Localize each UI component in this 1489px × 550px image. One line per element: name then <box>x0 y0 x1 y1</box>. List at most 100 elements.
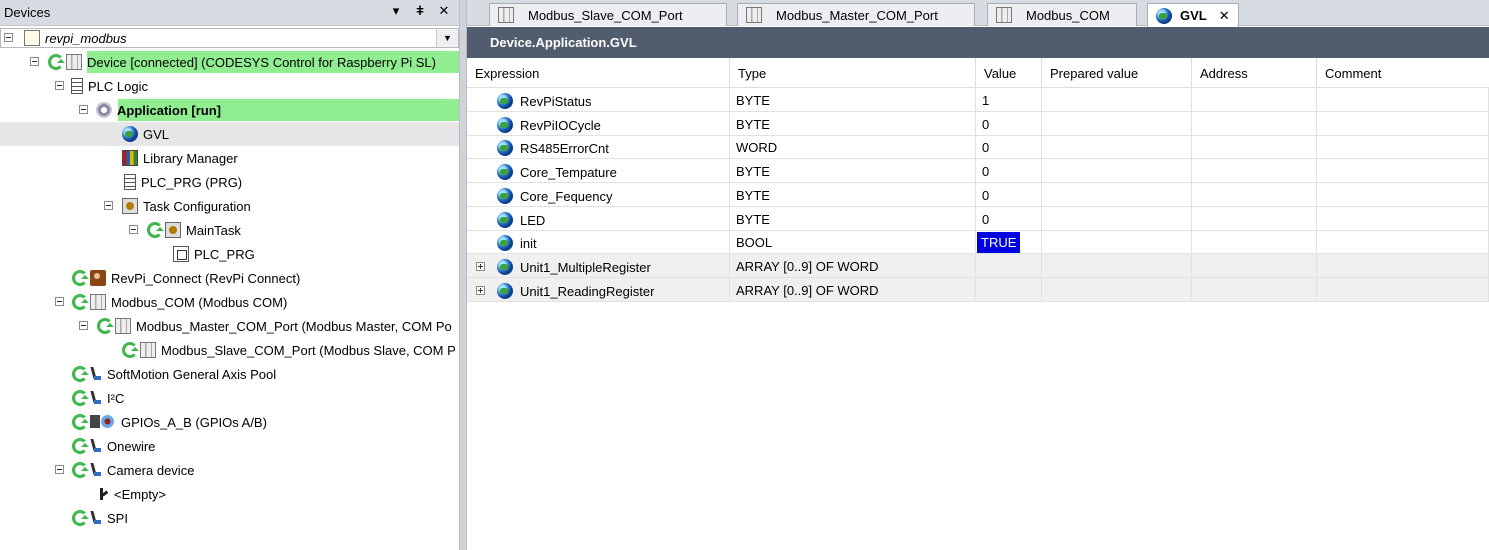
cell-text: BYTE <box>736 211 770 227</box>
table-row[interactable]: Unit1_ReadingRegister ARRAY [0..9] OF WOR… <box>467 277 1489 302</box>
cell-text: 0 <box>982 187 990 203</box>
table-row[interactable]: Unit1_MultipleRegister ARRAY [0..9] OF WO… <box>467 253 1489 278</box>
cell-address <box>1192 135 1317 160</box>
panel-menu-icon[interactable]: ▾ <box>388 3 404 19</box>
tree-item-gvl[interactable]: GVL <box>0 122 459 146</box>
expand-toggle-icon[interactable] <box>476 285 485 295</box>
tree-item-label: Device [connected] (CODESYS Control for … <box>87 54 436 70</box>
column-header-value[interactable]: Value <box>976 58 1042 88</box>
cell-text: LED <box>520 212 546 228</box>
collapse-toggle-icon[interactable] <box>30 57 39 66</box>
table-row[interactable]: LED BYTE 0 <box>467 206 1489 231</box>
column-header-expression[interactable]: Expression <box>467 58 730 88</box>
cell-text: RevPiIOCycle <box>520 117 601 133</box>
tree-item-onewire[interactable]: Onewire <box>0 434 459 458</box>
cell-text: Unit1_MultipleRegister <box>520 259 651 275</box>
column-header-comment[interactable]: Comment <box>1317 58 1489 88</box>
tree-item-softmotion-axis-pool[interactable]: SoftMotion General Axis Pool <box>0 362 459 386</box>
tab-modbus-com[interactable]: Modbus_COM <box>987 3 1137 26</box>
cell-prepared[interactable] <box>1042 111 1192 136</box>
column-header-type[interactable]: Type <box>730 58 976 88</box>
collapse-toggle-icon[interactable] <box>129 225 138 234</box>
tree-item-gpios[interactable]: GPIOs_A_B (GPIOs A/B) <box>0 410 459 434</box>
close-tab-icon[interactable]: ✕ <box>1219 8 1230 24</box>
sync-status-icon <box>48 54 65 70</box>
tree-item-label: PLC Logic <box>88 78 148 94</box>
tree-item-spi[interactable]: SPI <box>0 506 459 530</box>
plc-logic-icon <box>71 78 83 94</box>
tree-item-modbus-master[interactable]: Modbus_Master_COM_Port (Modbus Master, C… <box>0 314 459 338</box>
close-panel-icon[interactable]: ✕ <box>436 3 452 19</box>
tree-item-modbus-slave[interactable]: Modbus_Slave_COM_Port (Modbus Slave, COM… <box>0 338 459 362</box>
tree-item-revpi-connect[interactable]: RevPi_Connect (RevPi Connect) <box>0 266 459 290</box>
globe-icon <box>122 126 138 142</box>
pin-icon[interactable]: ǂ <box>412 3 428 18</box>
table-row[interactable]: RS485ErrorCnt WORD 0 <box>467 135 1489 160</box>
tree-item-project[interactable]: ▼ revpi_modbus <box>0 26 459 50</box>
table-row[interactable]: RevPiIOCycle BYTE 0 <box>467 111 1489 136</box>
tree-item-task-configuration[interactable]: Task Configuration <box>0 194 459 218</box>
cell-prepared[interactable] <box>1042 135 1192 160</box>
tab-modbus-slave-com-port[interactable]: Modbus_Slave_COM_Port <box>489 3 727 26</box>
chevron-down-icon[interactable]: ▼ <box>436 29 458 47</box>
cell-text: init <box>520 236 537 252</box>
cell-expression: RevPiIOCycle <box>467 111 730 136</box>
tree-item-label: revpi_modbus <box>45 30 127 46</box>
cell-text: 0 <box>982 164 990 180</box>
tree-item-maintask[interactable]: MainTask <box>0 218 459 242</box>
sync-status-icon <box>122 342 139 358</box>
tree-item-modbus-com[interactable]: Modbus_COM (Modbus COM) <box>0 290 459 314</box>
cell-prepared[interactable] <box>1042 159 1192 184</box>
cell-comment <box>1317 182 1489 207</box>
collapse-toggle-icon[interactable] <box>4 33 13 42</box>
cell-address <box>1192 182 1317 207</box>
column-header-address[interactable]: Address <box>1192 58 1317 88</box>
collapse-toggle-icon[interactable] <box>79 105 88 114</box>
tree-item-label: Modbus_Master_COM_Port (Modbus Master, C… <box>136 318 452 334</box>
collapse-toggle-icon[interactable] <box>104 201 113 210</box>
tree-item-label: Library Manager <box>143 150 238 166</box>
tab-modbus-master-com-port[interactable]: Modbus_Master_COM_Port <box>737 3 975 26</box>
tree-item-label: SPI <box>107 510 128 526</box>
tree-item-empty-slot[interactable]: <Empty> <box>0 482 459 506</box>
tree-item-label: Modbus_Slave_COM_Port (Modbus Slave, COM… <box>161 342 456 358</box>
tree-item-plc-logic[interactable]: PLC Logic <box>0 74 459 98</box>
tree-item-application[interactable]: Application [run] <box>0 98 459 122</box>
cell-prepared[interactable] <box>1042 88 1192 112</box>
tree-item-camera-device[interactable]: Camera device <box>0 458 459 482</box>
cell-comment <box>1317 111 1489 136</box>
cell-prepared[interactable] <box>1042 253 1192 278</box>
sync-status-icon <box>72 294 89 310</box>
cell-prepared[interactable] <box>1042 206 1192 231</box>
collapse-toggle-icon[interactable] <box>79 321 88 330</box>
collapse-toggle-icon[interactable] <box>55 297 64 306</box>
panel-splitter[interactable] <box>459 0 467 550</box>
tree-item-plc-prg-call[interactable]: PLC_PRG <box>0 242 459 266</box>
device-tree: ▼ revpi_modbus Device [connected] (CODES… <box>0 26 459 550</box>
column-header-prepared-value[interactable]: Prepared value <box>1042 58 1192 88</box>
collapse-toggle-icon[interactable] <box>55 81 64 90</box>
expand-toggle-icon[interactable] <box>476 261 485 271</box>
cell-address <box>1192 230 1317 255</box>
tab-gvl[interactable]: GVL ✕ <box>1147 3 1239 27</box>
table-row[interactable]: Core_Fequency BYTE 0 <box>467 182 1489 207</box>
tree-item-library-manager[interactable]: Library Manager <box>0 146 459 170</box>
tree-item-device[interactable]: Device [connected] (CODESYS Control for … <box>0 50 459 74</box>
table-row[interactable]: init BOOL TRUE <box>467 230 1489 255</box>
editor-area: Modbus_Slave_COM_Port Modbus_Master_COM_… <box>467 0 1489 550</box>
cell-text: ARRAY [0..9] OF WORD <box>736 258 879 274</box>
tree-item-i2c[interactable]: I²C <box>0 386 459 410</box>
table-row[interactable]: Core_Tempature BYTE 0 <box>467 159 1489 184</box>
tree-item-label: Onewire <box>107 438 156 454</box>
cell-prepared[interactable] <box>1042 277 1192 302</box>
collapse-toggle-icon[interactable] <box>55 465 64 474</box>
task-icon <box>165 222 181 238</box>
table-row[interactable]: RevPiStatus BYTE 1 <box>467 88 1489 112</box>
cell-type: BYTE <box>730 182 976 207</box>
tree-item-plc-prg[interactable]: PLC_PRG (PRG) <box>0 170 459 194</box>
cell-text: 0 <box>982 211 990 227</box>
device-icon <box>996 7 1012 23</box>
cell-prepared[interactable] <box>1042 230 1192 255</box>
cell-prepared[interactable] <box>1042 182 1192 207</box>
library-icon <box>122 150 138 166</box>
